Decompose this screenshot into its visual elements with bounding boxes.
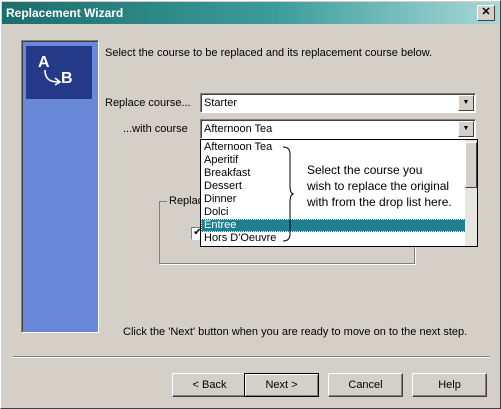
- wizard-window: Replacement Wizard ✕ A B Select the cour…: [0, 0, 501, 409]
- cancel-button-label: Cancel: [348, 379, 383, 391]
- chevron-down-icon: ▼: [462, 125, 470, 132]
- replace-course-combo[interactable]: Starter ▼: [200, 93, 476, 113]
- replace-dropdown-button[interactable]: ▼: [458, 95, 474, 111]
- with-course-value: Afternoon Tea: [204, 123, 273, 135]
- button-separator: [13, 356, 490, 358]
- help-button[interactable]: Help: [412, 373, 487, 397]
- with-dropdown-button[interactable]: ▼: [458, 121, 474, 137]
- callout-brace-icon: [282, 146, 294, 242]
- wizard-logo: A B: [26, 46, 92, 99]
- window-title: Replacement Wizard: [6, 6, 124, 20]
- footer-instruction: Click the 'Next' button when you are rea…: [123, 326, 468, 338]
- with-course-combo[interactable]: Afternoon Tea ▼: [200, 119, 476, 139]
- replace-course-label: Replace course...: [105, 97, 191, 109]
- close-icon: ✕: [481, 6, 491, 18]
- close-button[interactable]: ✕: [477, 5, 495, 21]
- back-button[interactable]: < Back: [172, 373, 247, 397]
- help-button-label: Help: [438, 379, 461, 391]
- next-button-label: Next >: [265, 379, 298, 391]
- callout-text: Select the course you wish to replace th…: [307, 163, 452, 209]
- instruction-text: Select the course to be replaced and its…: [105, 47, 433, 59]
- logo-letter-b: B: [61, 70, 73, 87]
- with-course-label: ...with course: [123, 123, 188, 135]
- droplist-option[interactable]: Entree: [201, 219, 466, 232]
- replace-course-value: Starter: [204, 97, 238, 109]
- next-button[interactable]: Next >: [244, 373, 319, 397]
- chevron-down-icon: ▼: [462, 99, 470, 106]
- droplist-option[interactable]: Afternoon Tea: [201, 141, 466, 154]
- cancel-button[interactable]: Cancel: [328, 373, 403, 397]
- scrollbar-thumb[interactable]: [465, 142, 477, 188]
- droplist-scrollbar[interactable]: [465, 140, 477, 246]
- side-panel: A B: [21, 40, 99, 333]
- arrow-swap-icon: [44, 69, 62, 86]
- title-bar: Replacement Wizard ✕: [2, 2, 499, 24]
- back-button-label: < Back: [192, 379, 227, 391]
- droplist-option[interactable]: Hors D'Oeuvre: [201, 232, 466, 245]
